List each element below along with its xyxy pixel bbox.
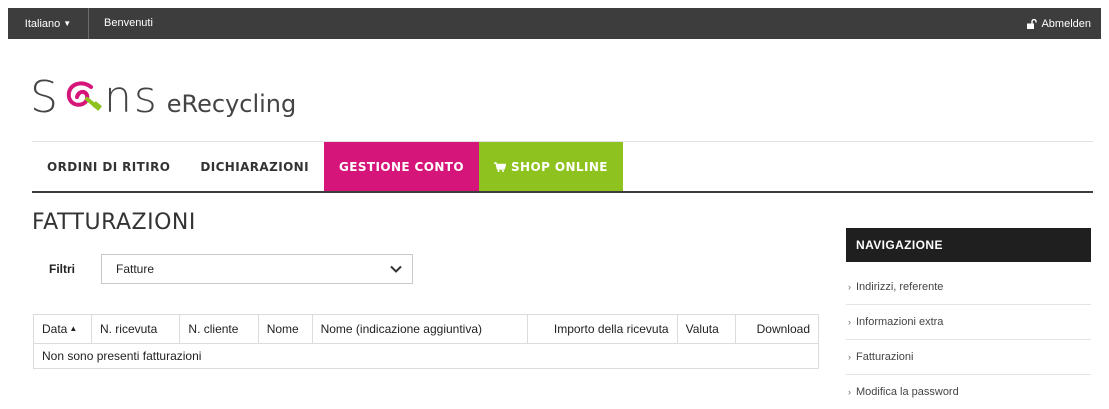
sidebar-item-fatturazioni[interactable]: › Fatturazioni bbox=[846, 340, 1091, 375]
sidebar-title: NAVIGAZIONE bbox=[846, 228, 1091, 262]
table-header-row: Data ▲ N. ricevuta N. cliente Nome Nome (… bbox=[33, 314, 820, 344]
site-logo[interactable]: S ns eRecycling bbox=[30, 60, 296, 120]
sidebar-item-indirizzi[interactable]: › Indirizzi, referente bbox=[846, 270, 1091, 305]
column-header-nome-aggiuntiva: Nome (indicazione aggiuntiva) bbox=[311, 314, 529, 344]
arrow-icon: › bbox=[848, 352, 851, 362]
caret-down-icon: ▼ bbox=[63, 19, 72, 28]
plug-icon bbox=[66, 81, 102, 111]
logo-letter-s: S bbox=[30, 72, 60, 123]
column-header-n-ricevuta: N. ricevuta bbox=[90, 314, 181, 344]
logo-subtitle: eRecycling bbox=[166, 90, 297, 118]
column-header-n-cliente: N. cliente bbox=[179, 314, 259, 344]
shop-online-label: SHOP ONLINE bbox=[511, 159, 608, 174]
welcome-text: Benvenuti bbox=[104, 17, 153, 29]
sort-ascending-icon: ▲ bbox=[69, 324, 78, 333]
language-label: Italiano bbox=[24, 17, 61, 30]
cart-icon bbox=[494, 161, 506, 172]
arrow-icon: › bbox=[848, 387, 851, 397]
logout-label: Abmelden bbox=[1041, 17, 1091, 30]
sidebar-item-modifica-password[interactable]: › Modifica la password bbox=[846, 375, 1091, 409]
chevron-down-icon bbox=[390, 265, 402, 273]
page-title: FATTURAZIONI bbox=[32, 210, 196, 235]
filter-label: Filtri bbox=[49, 262, 75, 276]
column-header-download: Download bbox=[734, 314, 820, 344]
unlock-icon bbox=[1027, 18, 1038, 29]
invoices-table: Data ▲ N. ricevuta N. cliente Nome Nome (… bbox=[33, 314, 820, 369]
empty-table-message: Non sono presenti fatturazioni bbox=[33, 343, 819, 369]
tab-dichiarazioni[interactable]: DICHIARAZIONI bbox=[185, 142, 324, 191]
language-selector[interactable]: Italiano ▼ bbox=[8, 8, 89, 39]
column-header-nome: Nome bbox=[257, 314, 313, 344]
sidebar-item-informazioni-extra[interactable]: › Informazioni extra bbox=[846, 305, 1091, 340]
column-header-valuta: Valuta bbox=[676, 314, 736, 344]
tab-shop-online[interactable]: SHOP ONLINE bbox=[479, 142, 623, 191]
arrow-icon: › bbox=[848, 317, 851, 327]
arrow-icon: › bbox=[848, 282, 851, 292]
tab-gestione-conto[interactable]: GESTIONE CONTO bbox=[324, 142, 479, 191]
logout-link[interactable]: Abmelden bbox=[1027, 8, 1091, 39]
logo-letters-ns: ns bbox=[103, 72, 159, 123]
filter-selected-value: Fatture bbox=[116, 262, 155, 276]
table-row: Non sono presenti fatturazioni bbox=[33, 343, 819, 369]
sidebar-nav: › Indirizzi, referente › Informazioni extr… bbox=[846, 270, 1091, 409]
main-nav: ORDINI DI RITIRO DICHIARAZIONI GESTIONE … bbox=[32, 142, 1093, 193]
column-header-data[interactable]: Data ▲ bbox=[33, 314, 92, 344]
filter-select[interactable]: Fatture bbox=[101, 254, 413, 284]
tab-ordini-di-ritiro[interactable]: ORDINI DI RITIRO bbox=[32, 142, 185, 191]
top-bar: Italiano ▼ Benvenuti Abmelden bbox=[8, 8, 1101, 39]
column-header-importo: Importo della ricevuta bbox=[527, 314, 678, 344]
